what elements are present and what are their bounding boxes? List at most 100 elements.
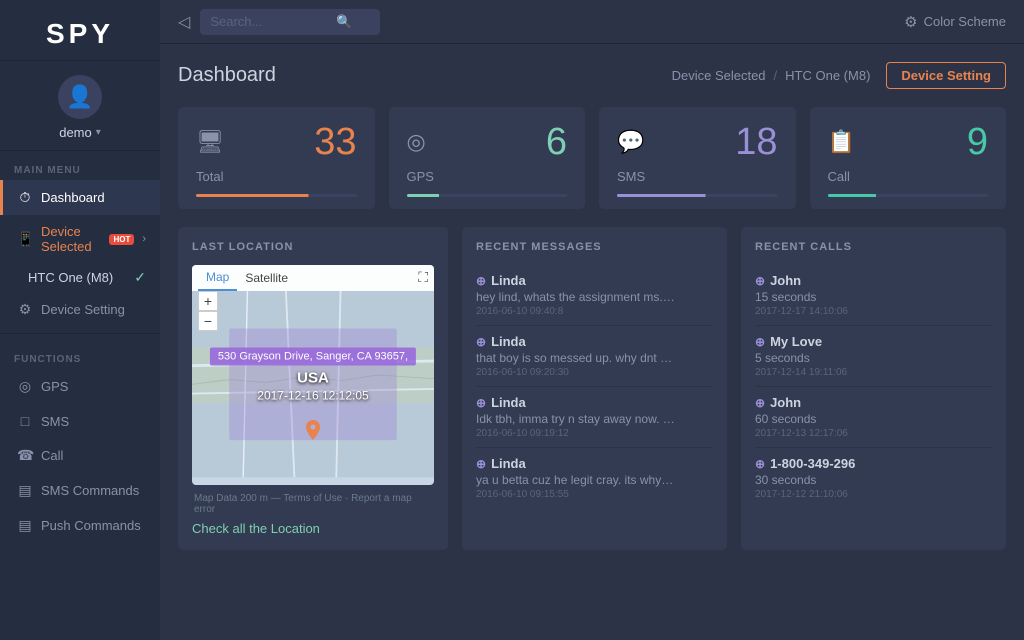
call-icon-3: ⊕ bbox=[755, 457, 765, 471]
device-icon: 📱 bbox=[17, 231, 33, 248]
device-setting-button[interactable]: Device Setting bbox=[886, 62, 1006, 89]
sidebar: SPY 👤 demo ▾ MAIN MENU ⏱ Dashboard 📱 Dev… bbox=[0, 0, 160, 640]
page-title: Dashboard bbox=[178, 64, 672, 87]
search-box: 🔍 bbox=[200, 9, 380, 35]
call-item-2[interactable]: ⊕ John 60 seconds 2017-12-13 12:17:06 bbox=[755, 387, 992, 448]
msg-icon-3: ⊕ bbox=[476, 457, 486, 471]
push-commands-icon: ▤ bbox=[17, 517, 33, 534]
call-icon-1: ⊕ bbox=[755, 335, 765, 349]
calls-panel-title: RECENT CALLS bbox=[755, 241, 992, 253]
sms-commands-icon: ▤ bbox=[17, 482, 33, 499]
call-item-3[interactable]: ⊕ 1-800-349-296 30 seconds 2017-12-12 21… bbox=[755, 448, 992, 508]
fullscreen-icon[interactable]: ⛶ bbox=[418, 269, 428, 286]
hot-badge: HOT bbox=[109, 234, 134, 245]
sidebar-item-call[interactable]: ☎ Call bbox=[0, 438, 160, 473]
msg-time-3: 2016-06-10 09:15:55 bbox=[476, 489, 713, 500]
sidebar-item-sms-commands[interactable]: ▤ SMS Commands bbox=[0, 473, 160, 508]
message-item-2[interactable]: ⊕ Linda Idk tbh, imma try n stay away no… bbox=[476, 387, 713, 448]
user-icon: 👤 bbox=[66, 84, 93, 110]
msg-preview-3: ya u betta cuz he legit cray. its why he… bbox=[476, 473, 676, 487]
sidebar-item-label: Device Setting bbox=[41, 302, 125, 317]
cog-icon: ⚙ bbox=[904, 13, 917, 31]
call-name-0: ⊕ John bbox=[755, 273, 992, 288]
call-stat-icon: 📋 bbox=[828, 129, 855, 155]
call-time-1: 2017-12-14 19:11:06 bbox=[755, 367, 992, 378]
call-icon-0: ⊕ bbox=[755, 274, 765, 288]
msg-time-1: 2016-06-10 09:20:30 bbox=[476, 367, 713, 378]
check-location-link[interactable]: Check all the Location bbox=[192, 521, 434, 536]
sidebar-item-gps[interactable]: ◎ GPS bbox=[0, 369, 160, 404]
sidebar-item-device-setting[interactable]: ⚙ Device Setting bbox=[0, 292, 160, 327]
sidebar-item-label: Call bbox=[41, 448, 63, 463]
stat-card-total: 🖥 33 Total bbox=[178, 107, 375, 209]
stat-bar-sms bbox=[617, 194, 778, 197]
breadcrumb: Device Selected / HTC One (M8) bbox=[672, 68, 871, 83]
logo-text: SPY bbox=[46, 18, 114, 49]
message-item-1[interactable]: ⊕ Linda that boy is so messed up. why dn… bbox=[476, 326, 713, 387]
sidebar-item-dashboard[interactable]: ⏱ Dashboard bbox=[0, 180, 160, 215]
msg-preview-2: Idk tbh, imma try n stay away now. Ive h… bbox=[476, 412, 676, 426]
message-item-0[interactable]: ⊕ Linda hey lind, whats the assignment m… bbox=[476, 265, 713, 326]
zoom-in-btn[interactable]: + bbox=[198, 291, 218, 311]
call-time-2: 2017-12-13 12:17:06 bbox=[755, 428, 992, 439]
sidebar-item-label: SMS bbox=[41, 414, 69, 429]
map-container: Map Satellite ⛶ + − 530 Grayson Drive, S… bbox=[192, 265, 434, 485]
msg-sender-0: ⊕ Linda bbox=[476, 273, 713, 288]
sidebar-item-label: GPS bbox=[41, 379, 68, 394]
zoom-out-btn[interactable]: − bbox=[198, 311, 218, 331]
sidebar-item-push-commands[interactable]: ▤ Push Commands bbox=[0, 508, 160, 543]
stat-value-call: 9 bbox=[967, 123, 988, 161]
breadcrumb-device: Device Selected bbox=[672, 68, 766, 83]
msg-sender-3: ⊕ Linda bbox=[476, 456, 713, 471]
main-content: ◁ 🔍 ⚙ Color Scheme Dashboard Device Sele… bbox=[160, 0, 1024, 640]
call-item-1[interactable]: ⊕ My Love 5 seconds 2017-12-14 19:11:06 bbox=[755, 326, 992, 387]
settings-icon: ⚙ bbox=[17, 301, 33, 318]
sidebar-logo: SPY bbox=[0, 0, 160, 61]
breadcrumb-model: HTC One (M8) bbox=[785, 68, 870, 83]
call-duration-3: 30 seconds bbox=[755, 473, 992, 487]
map-tab-map[interactable]: Map bbox=[198, 265, 237, 291]
stat-label-gps: GPS bbox=[407, 169, 568, 184]
msg-icon-2: ⊕ bbox=[476, 396, 486, 410]
last-location-panel: LAST LOCATION bbox=[178, 227, 448, 550]
sidebar-item-label: Device Selected bbox=[41, 224, 99, 254]
map-svg bbox=[192, 265, 434, 485]
main-menu-label: MAIN MENU bbox=[0, 151, 160, 180]
sms-icon: □ bbox=[17, 413, 33, 429]
last-location-title: LAST LOCATION bbox=[192, 241, 434, 253]
stat-card-sms: 💬 18 SMS bbox=[599, 107, 796, 209]
avatar-name[interactable]: demo ▾ bbox=[59, 125, 101, 140]
messages-list: ⊕ Linda hey lind, whats the assignment m… bbox=[476, 265, 713, 508]
map-footer: Map Data 200 m — Terms of Use · Report a… bbox=[192, 493, 434, 515]
stat-card-gps: ◎ 6 GPS bbox=[389, 107, 586, 209]
check-icon: ✓ bbox=[134, 269, 146, 286]
dashboard-icon: ⏱ bbox=[17, 189, 33, 206]
call-name-3: ⊕ 1-800-349-296 bbox=[755, 456, 992, 471]
color-scheme-label: Color Scheme bbox=[924, 14, 1006, 29]
recent-messages-panel: RECENT MESSAGES ⊕ Linda hey lind, whats … bbox=[462, 227, 727, 550]
msg-preview-0: hey lind, whats the assignment ms. grang… bbox=[476, 290, 676, 304]
topbar: ◁ 🔍 ⚙ Color Scheme bbox=[160, 0, 1024, 44]
user-profile: 👤 demo ▾ bbox=[0, 61, 160, 151]
avatar: 👤 bbox=[58, 75, 102, 119]
device-name-row[interactable]: HTC One (M8) ✓ bbox=[0, 263, 160, 292]
msg-time-2: 2016-06-10 09:19:12 bbox=[476, 428, 713, 439]
color-scheme-btn[interactable]: ⚙ Color Scheme bbox=[904, 13, 1006, 31]
stat-label-call: Call bbox=[828, 169, 989, 184]
call-icon: ☎ bbox=[17, 447, 33, 464]
sidebar-item-sms[interactable]: □ SMS bbox=[0, 404, 160, 438]
gps-stat-icon: ◎ bbox=[407, 129, 426, 155]
back-button[interactable]: ◁ bbox=[178, 12, 190, 32]
call-item-0[interactable]: ⊕ John 15 seconds 2017-12-17 14:10:06 bbox=[755, 265, 992, 326]
msg-preview-1: that boy is so messed up. why dnt u stay… bbox=[476, 351, 676, 365]
message-item-3[interactable]: ⊕ Linda ya u betta cuz he legit cray. it… bbox=[476, 448, 713, 508]
call-duration-1: 5 seconds bbox=[755, 351, 992, 365]
map-tab-satellite[interactable]: Satellite bbox=[237, 265, 296, 291]
sidebar-item-device-selected[interactable]: 📱 Device Selected HOT › bbox=[0, 215, 160, 263]
search-input[interactable] bbox=[210, 14, 330, 29]
msg-sender-1: ⊕ Linda bbox=[476, 334, 713, 349]
device-name: HTC One (M8) bbox=[28, 270, 113, 285]
functions-label: FUNCTIONS bbox=[0, 340, 160, 369]
map-zoom: + − bbox=[198, 291, 218, 331]
page-header: Dashboard Device Selected / HTC One (M8)… bbox=[178, 62, 1006, 89]
